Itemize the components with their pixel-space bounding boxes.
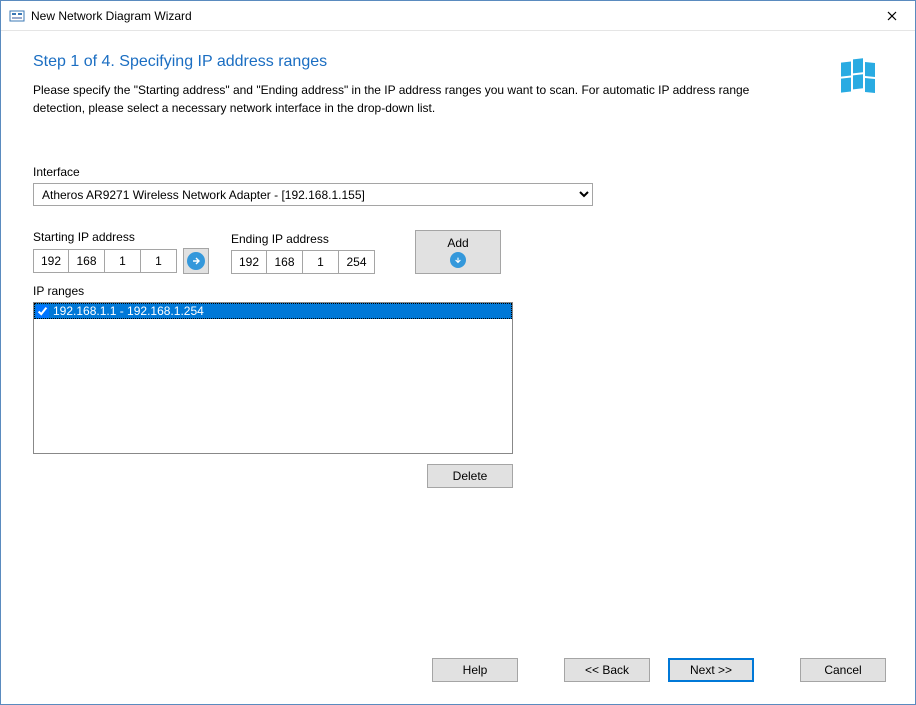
back-button[interactable]: << Back	[564, 658, 650, 682]
ending-ip-o1[interactable]	[231, 250, 267, 274]
wizard-logo-icon	[837, 53, 885, 100]
interface-label: Interface	[33, 165, 883, 179]
interface-select[interactable]: Atheros AR9271 Wireless Network Adapter …	[33, 183, 593, 206]
add-button[interactable]: Add	[415, 230, 501, 274]
interface-field: Interface Atheros AR9271 Wireless Networ…	[33, 165, 883, 206]
wizard-content: Step 1 of 4. Specifying IP address range…	[1, 31, 915, 656]
starting-ip-o3[interactable]	[105, 249, 141, 273]
next-button[interactable]: Next >>	[668, 658, 754, 682]
ending-ip-o4[interactable]	[339, 250, 375, 274]
starting-ip-label: Starting IP address	[33, 230, 209, 244]
starting-ip-o4[interactable]	[141, 249, 177, 273]
starting-ip-o1[interactable]	[33, 249, 69, 273]
arrow-right-icon	[187, 252, 205, 270]
wizard-footer: Help << Back Next >> Cancel	[0, 655, 916, 705]
ip-range-checkbox[interactable]	[36, 305, 49, 318]
ending-ip-o3[interactable]	[303, 250, 339, 274]
copy-to-ending-button[interactable]	[183, 248, 209, 274]
ip-range-text: 192.168.1.1 - 192.168.1.254	[53, 304, 204, 318]
starting-ip-o2[interactable]	[69, 249, 105, 273]
help-button[interactable]: Help	[432, 658, 518, 682]
starting-ip-block: Starting IP address	[33, 230, 209, 274]
close-button[interactable]	[869, 1, 915, 31]
app-icon	[9, 8, 25, 24]
window-title: New Network Diagram Wizard	[31, 9, 869, 23]
cancel-button[interactable]: Cancel	[800, 658, 886, 682]
add-button-label: Add	[447, 236, 468, 250]
instruction-text: Please specify the "Starting address" an…	[33, 81, 793, 117]
titlebar: New Network Diagram Wizard	[1, 1, 915, 31]
ip-range-row[interactable]: 192.168.1.1 - 192.168.1.254	[34, 303, 512, 319]
step-heading: Step 1 of 4. Specifying IP address range…	[33, 53, 883, 71]
delete-button[interactable]: Delete	[427, 464, 513, 488]
ending-ip-block: Ending IP address	[231, 232, 375, 274]
arrow-down-icon	[450, 252, 466, 268]
ending-ip-o2[interactable]	[267, 250, 303, 274]
ending-ip-label: Ending IP address	[231, 232, 375, 246]
ip-ranges-list[interactable]: 192.168.1.1 - 192.168.1.254	[33, 302, 513, 454]
ip-ranges-label: IP ranges	[33, 284, 883, 298]
